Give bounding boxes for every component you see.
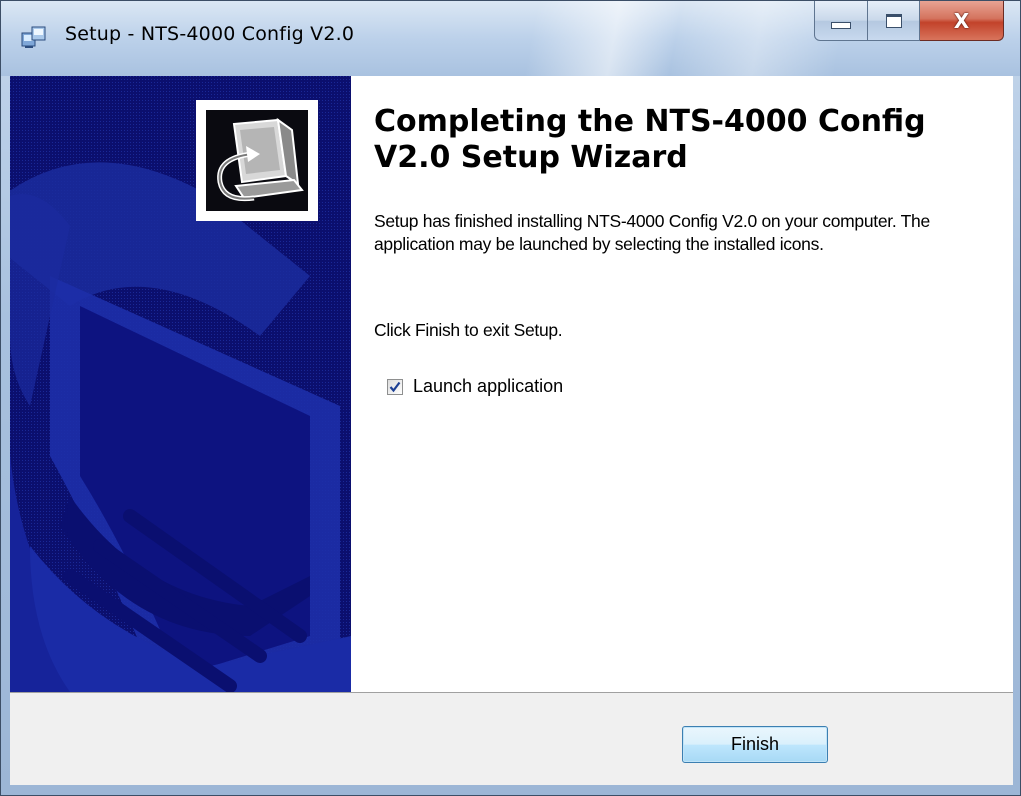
computer-install-icon [206,110,308,211]
minimize-icon [831,22,851,29]
title-bar[interactable]: Setup - NTS-4000 Config V2.0 X [1,1,1020,76]
wizard-footer: Finish [10,692,1013,785]
minimize-button[interactable] [814,1,868,41]
wizard-heading: Completing the NTS-4000 Config V2.0 Setu… [374,104,926,175]
close-button[interactable]: X [920,1,1004,41]
caption-buttons: X [814,1,1004,43]
launch-application-label[interactable]: Launch application [413,376,563,397]
logo-frame [196,100,318,221]
wizard-client-area: Completing the NTS-4000 Config V2.0 Setu… [10,76,1013,785]
close-icon: X [953,8,970,33]
maximize-icon [885,13,902,28]
exit-instruction: Click Finish to exit Setup. [374,320,563,340]
setup-window: Setup - NTS-4000 Config V2.0 X Completin… [0,0,1021,796]
setup-app-icon[interactable] [21,25,47,49]
wizard-side-banner [10,76,351,692]
wizard-content: Completing the NTS-4000 Config V2.0 Setu… [351,76,1013,692]
maximize-button[interactable] [868,1,920,41]
finish-button[interactable]: Finish [682,726,828,763]
launch-application-checkbox[interactable] [387,378,403,395]
window-title: Setup - NTS-4000 Config V2.0 [65,23,355,45]
checkmark-icon [389,381,401,392]
launch-application-option[interactable]: Launch application [387,376,563,397]
finished-message: Setup has finished installing NTS-4000 C… [374,211,930,254]
